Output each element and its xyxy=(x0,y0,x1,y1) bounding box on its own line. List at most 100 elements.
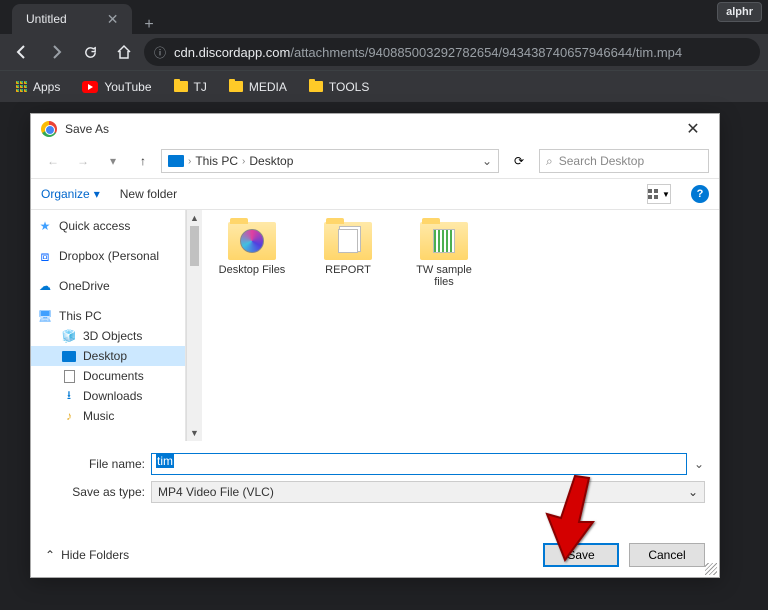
help-button[interactable]: ? xyxy=(691,185,709,203)
breadcrumb-dropdown-icon[interactable]: ⌄ xyxy=(482,154,492,168)
browser-toolbar: ⓘ cdn.discordapp.com/attachments/9408850… xyxy=(0,34,768,70)
bookmarks-bar: Apps YouTube TJ MEDIA TOOLS xyxy=(0,70,768,102)
chevron-right-icon: › xyxy=(188,156,191,167)
url-text: cdn.discordapp.com/attachments/940885003… xyxy=(174,45,682,60)
sidebar-label: Documents xyxy=(83,369,144,383)
organize-button[interactable]: Organize ▾ xyxy=(41,187,100,201)
cloud-icon: ☁ xyxy=(37,279,53,293)
sidebar-item-this-pc[interactable]: 🖥 This PC xyxy=(31,306,185,326)
address-bar[interactable]: ⓘ cdn.discordapp.com/attachments/9408850… xyxy=(144,38,760,66)
folder-tw-samples[interactable]: TW sample files xyxy=(406,222,482,288)
filetype-value: MP4 Video File (VLC) xyxy=(158,485,274,499)
bookmark-folder-tools[interactable]: TOOLS xyxy=(301,76,377,98)
folder-icon xyxy=(174,81,188,92)
new-tab-button[interactable]: + xyxy=(132,16,165,34)
folder-icon xyxy=(309,81,323,92)
folder-desktop-files[interactable]: Desktop Files xyxy=(214,222,290,276)
folder-label: TW sample files xyxy=(406,264,482,288)
dialog-title: Save As xyxy=(65,122,109,136)
nav-sidebar: ★ Quick access ⧈Dropbox (Personal ☁ OneDri… xyxy=(31,210,186,441)
bookmark-label: MEDIA xyxy=(249,80,287,94)
new-folder-button[interactable]: New folder xyxy=(120,187,177,201)
bookmark-folder-media[interactable]: MEDIA xyxy=(221,76,295,98)
reload-button[interactable] xyxy=(76,38,104,66)
star-icon: ★ xyxy=(37,219,53,233)
dialog-toolbar: Organize ▾ New folder ▼ ? xyxy=(31,178,719,210)
resize-grip[interactable] xyxy=(705,563,717,575)
sidebar-label: This PC xyxy=(59,309,102,323)
sidebar-item-quick-access[interactable]: ★ Quick access xyxy=(31,216,185,236)
dialog-body: ★ Quick access ⧈Dropbox (Personal ☁ OneDri… xyxy=(31,210,719,441)
dropbox-icon: ⧈ xyxy=(37,249,53,263)
scroll-track[interactable] xyxy=(187,266,202,425)
filetype-select[interactable]: MP4 Video File (VLC) ⌄ xyxy=(151,481,705,503)
tab-strip: Untitled ✕ + xyxy=(0,0,768,34)
scroll-thumb[interactable] xyxy=(190,226,199,266)
bookmark-label: YouTube xyxy=(104,80,151,94)
scroll-down-icon[interactable]: ▼ xyxy=(187,425,202,441)
sidebar-label: Downloads xyxy=(83,389,142,403)
file-listing[interactable]: Desktop Files REPORT TW sample files xyxy=(202,210,719,441)
apps-label: Apps xyxy=(33,80,60,94)
pc-icon: 🖥 xyxy=(37,309,53,323)
nav-up-button[interactable]: ↑ xyxy=(131,149,155,173)
hide-folders-toggle[interactable]: ⌃ Hide Folders xyxy=(45,548,129,562)
back-button[interactable] xyxy=(8,38,36,66)
dropdown-icon: ⌄ xyxy=(688,485,698,499)
sidebar-label: Music xyxy=(83,409,114,423)
breadcrumb-item[interactable]: Desktop xyxy=(249,154,293,168)
dialog-close-button[interactable]: ✕ xyxy=(677,119,709,139)
cube-icon: 🧊 xyxy=(61,329,77,343)
view-options-button[interactable]: ▼ xyxy=(647,184,671,204)
sidebar-item-music[interactable]: ♪ Music xyxy=(31,406,185,426)
sidebar-label: Desktop xyxy=(83,349,127,363)
location-icon xyxy=(168,155,184,167)
folder-label: REPORT xyxy=(325,264,371,276)
save-button[interactable]: Save xyxy=(543,543,619,567)
breadcrumb-bar[interactable]: › This PC › Desktop ⌄ xyxy=(161,149,499,173)
bookmark-label: TJ xyxy=(194,80,207,94)
info-icon[interactable]: ⓘ xyxy=(154,44,166,61)
forward-button[interactable] xyxy=(42,38,70,66)
dialog-bottom: File name: tim ⌄ Save as type: MP4 Video… xyxy=(31,441,719,577)
close-tab-icon[interactable]: ✕ xyxy=(107,12,119,26)
apps-shortcut[interactable]: Apps xyxy=(8,76,68,98)
sidebar-item-onedrive[interactable]: ☁ OneDrive xyxy=(31,276,185,296)
search-icon: ⌕ xyxy=(546,154,553,169)
refresh-button[interactable]: ⟳ xyxy=(505,154,533,168)
apps-icon xyxy=(16,81,27,92)
sidebar-label: 3D Objects xyxy=(83,329,142,343)
browser-tab[interactable]: Untitled ✕ xyxy=(12,4,132,34)
hide-folders-label: Hide Folders xyxy=(61,548,129,562)
sidebar-label: Quick access xyxy=(59,219,130,233)
nav-forward-button: → xyxy=(71,149,95,173)
chevron-right-icon: › xyxy=(242,156,245,167)
nav-back-button[interactable]: ← xyxy=(41,149,65,173)
chrome-icon xyxy=(41,121,57,137)
cancel-button[interactable]: Cancel xyxy=(629,543,705,567)
recent-locations-button[interactable]: ▾ xyxy=(101,149,125,173)
scroll-up-icon[interactable]: ▲ xyxy=(187,210,202,226)
sidebar-item-documents[interactable]: Documents xyxy=(31,366,185,386)
bookmark-folder-tj[interactable]: TJ xyxy=(166,76,215,98)
search-input[interactable]: ⌕ Search Desktop xyxy=(539,149,709,173)
filetype-label: Save as type: xyxy=(45,485,145,499)
sidebar-scrollbar[interactable]: ▲ ▼ xyxy=(186,210,202,441)
organize-label: Organize xyxy=(41,187,90,201)
filename-input[interactable]: tim xyxy=(151,453,687,475)
home-button[interactable] xyxy=(110,38,138,66)
sidebar-label: OneDrive xyxy=(59,279,110,293)
sidebar-item-dropbox[interactable]: ⧈Dropbox (Personal xyxy=(31,246,185,266)
bookmark-youtube[interactable]: YouTube xyxy=(74,76,159,98)
sidebar-item-3d-objects[interactable]: 🧊 3D Objects xyxy=(31,326,185,346)
dropdown-icon: ▾ xyxy=(94,187,100,201)
filename-label: File name: xyxy=(45,457,145,471)
breadcrumb-item[interactable]: This PC xyxy=(195,154,238,168)
sidebar-item-desktop[interactable]: Desktop xyxy=(31,346,185,366)
sidebar-item-downloads[interactable]: ⭳Downloads xyxy=(31,386,185,406)
folder-icon xyxy=(229,81,243,92)
youtube-icon xyxy=(82,81,98,93)
music-icon: ♪ xyxy=(61,409,77,423)
folder-report[interactable]: REPORT xyxy=(310,222,386,276)
filename-dropdown-icon[interactable]: ⌄ xyxy=(693,457,705,471)
